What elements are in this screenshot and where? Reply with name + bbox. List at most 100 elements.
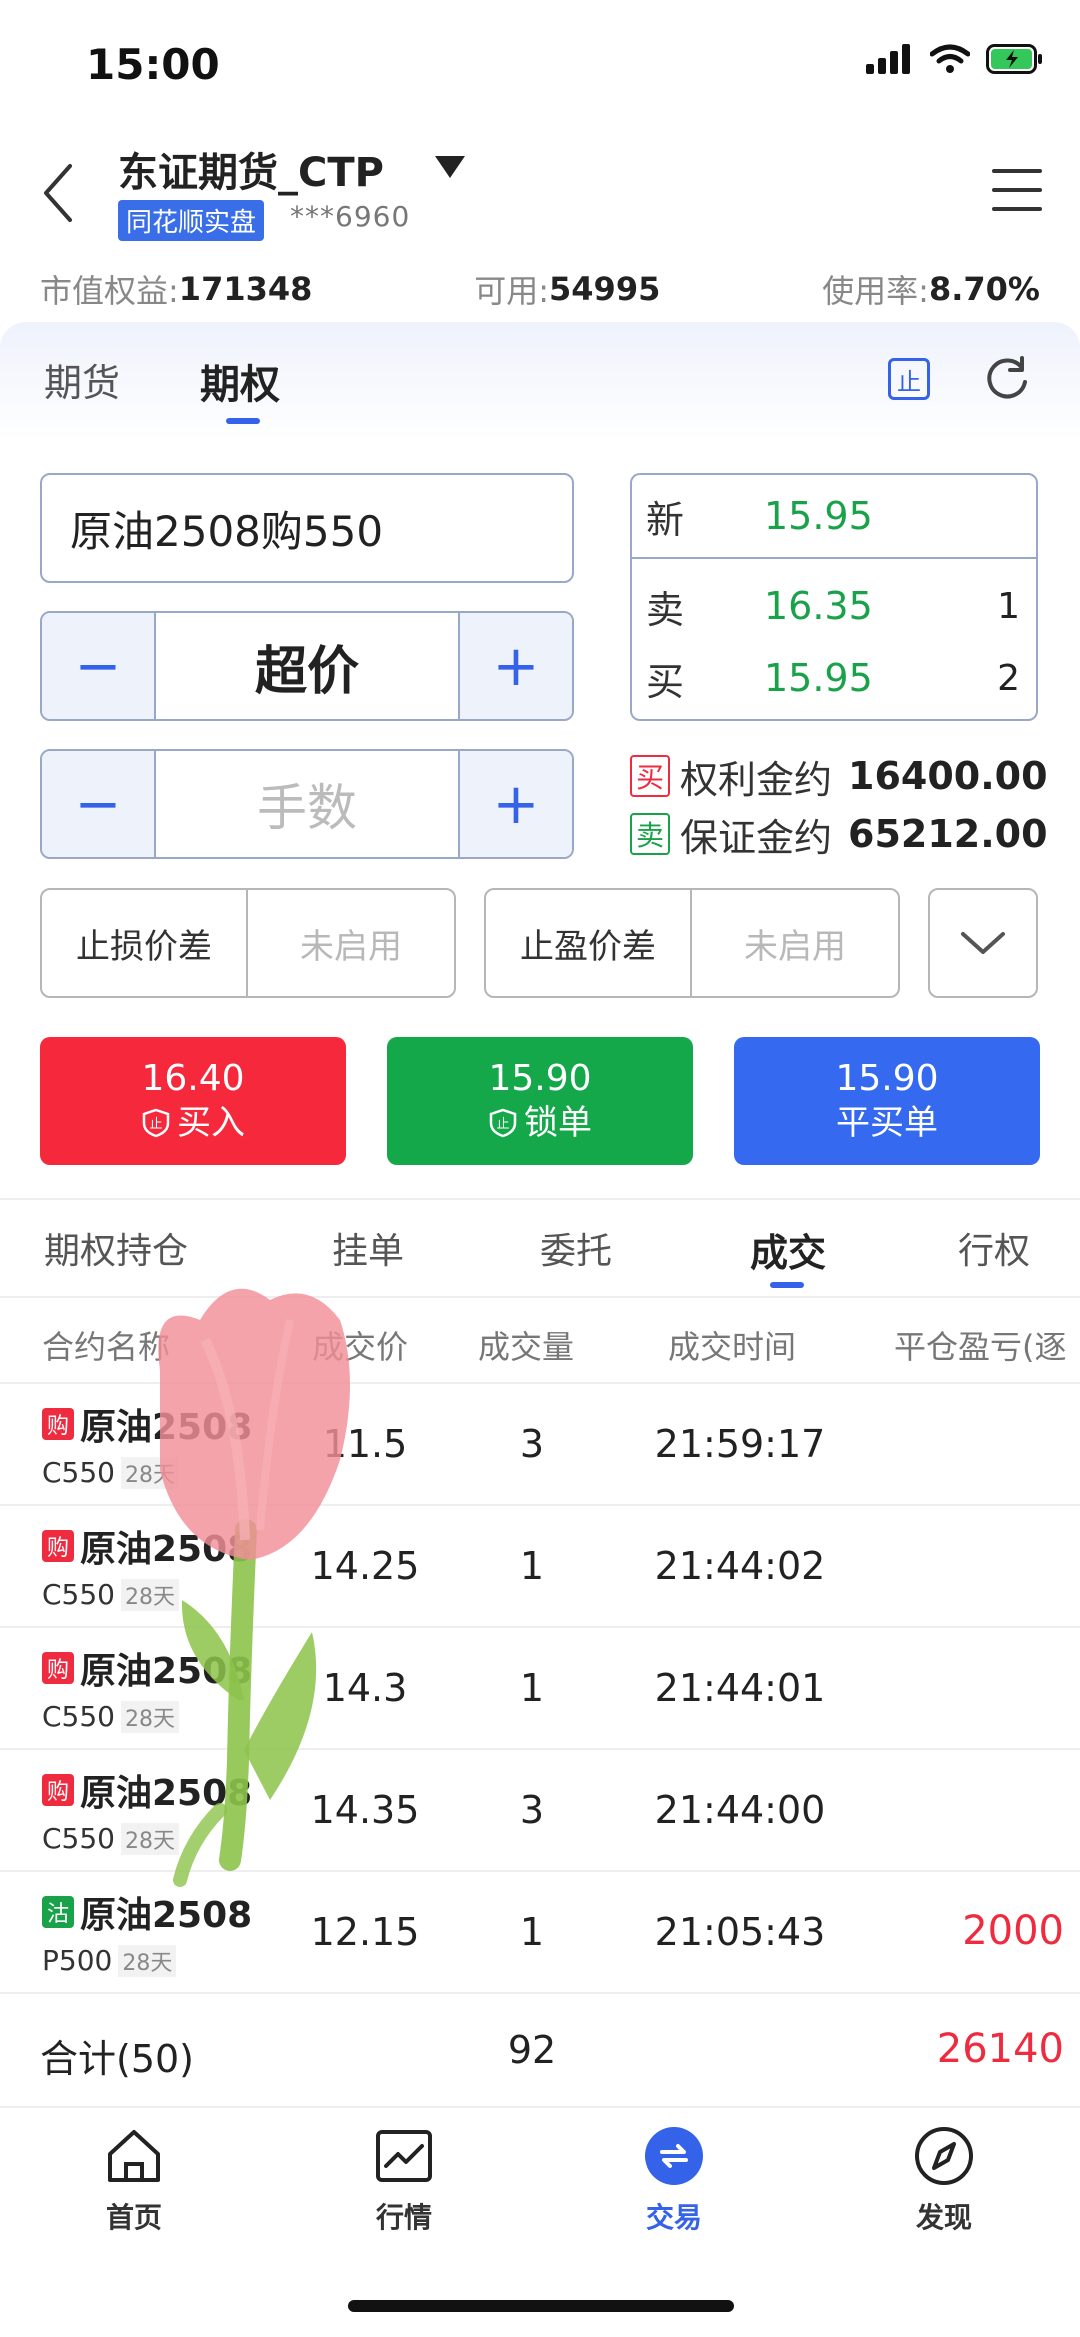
premium-label: 权利金约	[680, 757, 833, 802]
call-tag: 购	[42, 1530, 74, 1562]
deal-time: 21:44:00	[654, 1788, 826, 1832]
buy-label: 买入	[177, 1103, 245, 1143]
deal-price: 14.3	[322, 1666, 408, 1710]
quote-bid-row[interactable]: 买 15.95 2	[646, 643, 1020, 713]
shield-icon: 止	[142, 1108, 170, 1138]
deal-pnl: 2000	[962, 1908, 1064, 1954]
chevron-down-icon	[961, 932, 1005, 954]
nav-discover[interactable]: 发现	[854, 2126, 1034, 2236]
close-buy-button[interactable]: 15.90 平买单	[734, 1037, 1040, 1165]
nav-market[interactable]: 行情	[314, 2126, 494, 2236]
price-mode-value: 超价	[254, 641, 359, 702]
price-decrease-button[interactable]: −	[42, 613, 154, 719]
more-options-button[interactable]	[928, 888, 1038, 998]
nav-market-label: 行情	[375, 2201, 432, 2234]
quantity-field[interactable]: 手数	[154, 751, 460, 857]
quantity-stepper: − 手数 +	[40, 749, 574, 859]
nav-home[interactable]: 首页	[44, 2126, 224, 2236]
contract-cell: 购 原油2508 C550 28天	[42, 1520, 282, 1611]
quote-ask-price: 16.35	[764, 584, 873, 628]
call-tag: 购	[42, 1652, 74, 1684]
nav-trade[interactable]: 交易	[584, 2126, 764, 2236]
tab-deals[interactable]: 成交	[750, 1222, 826, 1277]
account-title[interactable]: 东证期货_CTP	[118, 140, 384, 198]
tab-futures[interactable]: 期货	[44, 352, 120, 407]
deal-time: 21:59:17	[654, 1422, 826, 1466]
deal-qty: 3	[519, 1422, 545, 1466]
contract-name: 原油2508	[80, 1773, 253, 1814]
home-indicator[interactable]	[348, 2300, 734, 2312]
table-row[interactable]: 沽 原油2508 P500 28天 12.15 1 21:05:43 2000	[0, 1872, 1080, 1994]
call-tag: 购	[42, 1774, 74, 1806]
close-buy-label: 平买单	[836, 1103, 938, 1143]
tab-pending-orders[interactable]: 挂单	[332, 1222, 404, 1274]
contract-name: 原油2508	[80, 1895, 253, 1936]
quote-bid-price: 15.95	[764, 656, 873, 700]
column-header-contract: 合约名称	[42, 1328, 171, 1366]
home-icon	[108, 2130, 160, 2182]
buy-label-wrap: 止 买入	[141, 1101, 245, 1145]
quote-last-label: 新	[646, 497, 685, 542]
account-dropdown[interactable]	[432, 152, 468, 182]
nav-home-label: 首页	[105, 2201, 162, 2234]
table-row[interactable]: 购 原油2508 C550 28天 14.3 1 21:44:01	[0, 1628, 1080, 1750]
contract-name: 原油2508	[80, 1407, 253, 1448]
price-mode-field[interactable]: 超价	[154, 613, 460, 719]
lock-button[interactable]: 15.90 止 锁单	[387, 1037, 693, 1165]
table-row[interactable]: 购 原油2508 C550 28天 11.5 3 21:59:17	[0, 1384, 1080, 1506]
contract-cell: 购 原油2508 C550 28天	[42, 1764, 282, 1855]
table-row[interactable]: 购 原油2508 C550 28天 14.25 1 21:44:02	[0, 1506, 1080, 1628]
contract-sub: C550 28天	[42, 1456, 179, 1489]
refresh-button[interactable]	[982, 354, 1032, 404]
buy-button[interactable]: 16.40 止 买入	[40, 1037, 346, 1165]
trade-icon	[645, 2127, 703, 2185]
menu-button[interactable]	[990, 165, 1044, 215]
take-profit-field[interactable]: 止盈价差 未启用	[484, 888, 900, 998]
cellular-signal-icon	[866, 44, 910, 74]
account-summary: 市值权益: 171348 可用: 54995 使用率: 8.70%	[40, 266, 1040, 312]
hamburger-menu-icon	[992, 169, 1042, 211]
quantity-increase-button[interactable]: +	[460, 751, 572, 857]
contract-days: 28天	[121, 1578, 179, 1611]
contract-days: 28天	[121, 1822, 179, 1855]
deal-time: 21:44:02	[654, 1544, 826, 1588]
contract-days: 28天	[121, 1700, 179, 1733]
chart-icon	[376, 2130, 432, 2182]
compass-icon	[915, 2127, 973, 2185]
quantity-decrease-button[interactable]: −	[42, 751, 154, 857]
quote-ask-row[interactable]: 卖 16.35 1	[646, 571, 1020, 641]
tab-option-positions[interactable]: 期权持仓	[44, 1222, 188, 1274]
stop-order-icon[interactable]: 止	[888, 358, 930, 400]
tab-options[interactable]: 期权	[200, 352, 280, 410]
quote-bid-volume: 2	[997, 657, 1020, 699]
summary-usage: 使用率: 8.70%	[822, 266, 1040, 312]
contract-title: 购 原油2508	[42, 1642, 282, 1694]
battery-charging-icon	[986, 44, 1042, 74]
deal-price: 14.25	[310, 1544, 420, 1588]
tab-orders[interactable]: 委托	[540, 1222, 612, 1274]
contract-title: 购 原油2508	[42, 1520, 282, 1572]
back-button[interactable]	[36, 158, 86, 228]
contract-title: 购 原油2508	[42, 1398, 282, 1450]
deal-time: 21:05:43	[654, 1910, 826, 1954]
stop-loss-field[interactable]: 止损价差 未启用	[40, 888, 456, 998]
contract-input[interactable]: 原油2508购550	[40, 473, 574, 583]
price-increase-button[interactable]: +	[460, 613, 572, 719]
total-label: 合计(50)	[40, 2037, 195, 2081]
contract-code: C550	[42, 1456, 115, 1489]
quote-last-row: 新 15.95	[646, 481, 1020, 551]
buy-price: 16.40	[141, 1058, 245, 1099]
stop-loss-value[interactable]: 未启用	[248, 890, 454, 996]
margin-estimate: 卖 保证金约 65212.00	[630, 806, 1048, 862]
premium-estimate: 买 权利金约 16400.00	[630, 748, 1048, 804]
nav-trade-label: 交易	[645, 2201, 702, 2234]
tab-exercise[interactable]: 行权	[958, 1222, 1030, 1274]
tab-active-indicator	[770, 1282, 804, 1288]
tab-active-indicator	[226, 418, 260, 424]
contract-title: 购 原油2508	[42, 1764, 282, 1816]
contract-cell: 沽 原油2508 P500 28天	[42, 1886, 282, 1977]
take-profit-value[interactable]: 未启用	[692, 890, 898, 996]
table-row[interactable]: 购 原油2508 C550 28天 14.35 3 21:44:00	[0, 1750, 1080, 1872]
quote-divider	[632, 557, 1036, 559]
contract-title: 沽 原油2508	[42, 1886, 282, 1938]
